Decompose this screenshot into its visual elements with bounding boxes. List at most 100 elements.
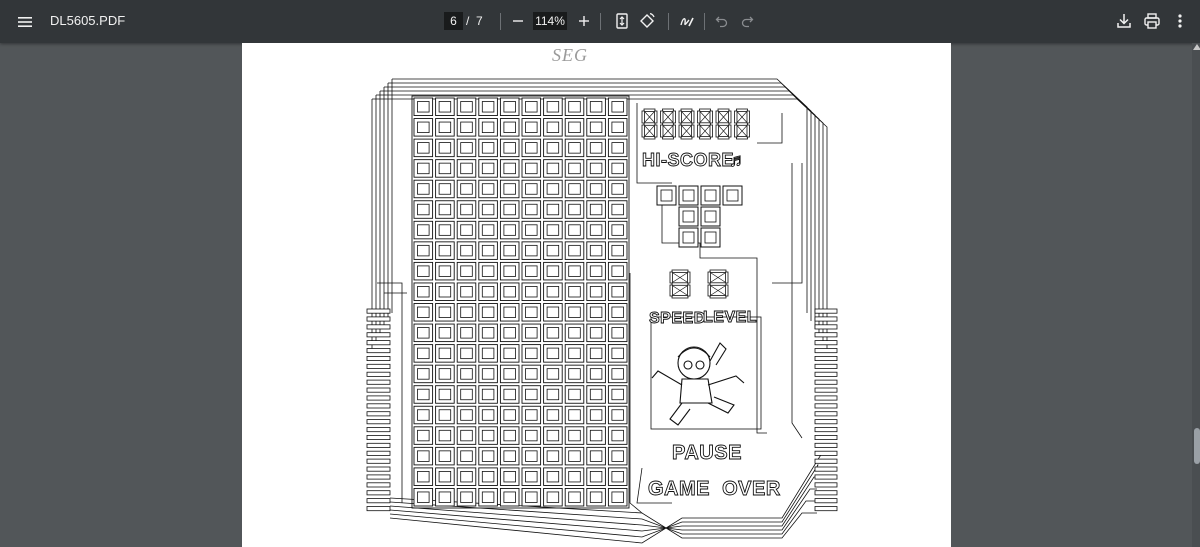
grid-cell-inner — [438, 244, 452, 257]
toolbar-divider — [704, 13, 705, 30]
right-pin — [814, 419, 838, 425]
grid-cell-inner — [503, 388, 516, 401]
menu-icon[interactable] — [13, 10, 37, 34]
segment — [691, 124, 695, 138]
grid-cell-inner — [525, 491, 538, 503]
grid-cell-inner — [503, 224, 516, 236]
grid-cell-inner — [503, 450, 516, 462]
grid-cell-inner — [525, 244, 538, 257]
right-pin — [814, 490, 838, 496]
grid-cell-inner — [460, 429, 473, 442]
rotate-icon[interactable] — [636, 10, 658, 32]
left-pin — [366, 387, 391, 393]
left-pin — [366, 379, 391, 385]
grid-cell-inner — [546, 388, 560, 401]
grid-cell-inner — [503, 368, 516, 380]
next-cell-inner — [704, 231, 717, 244]
right-pin — [814, 474, 838, 480]
left-pin — [366, 419, 391, 425]
right-pin — [814, 324, 838, 330]
segment — [728, 110, 732, 124]
redo-icon[interactable] — [738, 11, 756, 31]
segment — [660, 110, 664, 124]
segment — [662, 122, 674, 126]
annotate-icon[interactable] — [676, 10, 698, 32]
zoom-in-icon[interactable] — [574, 11, 594, 31]
zoom-level-input[interactable] — [533, 12, 567, 30]
grid-cell-inner — [438, 203, 452, 216]
right-pin — [814, 434, 838, 440]
grid-cell-inner — [589, 306, 603, 318]
grid-cell-inner — [568, 101, 581, 113]
grid-cell-inner — [568, 203, 581, 216]
grid-cell-inner — [589, 183, 603, 195]
left-pin — [366, 411, 391, 417]
grid-cell-inner — [438, 162, 452, 175]
grid-cell-inner — [438, 286, 452, 298]
next-piece-grid — [656, 185, 743, 248]
character-eye — [695, 360, 705, 370]
grid-cell-inner — [611, 368, 624, 380]
grid-cell-inner — [546, 286, 560, 298]
undo-icon[interactable] — [713, 11, 731, 31]
segment — [699, 122, 711, 126]
grid-cell-inner — [525, 265, 538, 277]
grid-cell-inner — [546, 327, 560, 339]
segment — [680, 136, 693, 140]
right-pin — [814, 403, 838, 409]
grid-cell-inner — [611, 224, 624, 236]
segment — [746, 124, 750, 138]
zoom-out-icon[interactable] — [508, 11, 528, 31]
print-icon[interactable] — [1141, 10, 1163, 32]
toolbar-divider — [600, 13, 601, 30]
grid-cell-inner — [460, 347, 473, 360]
grid-cell-inner — [417, 244, 430, 257]
grid-cell-inner — [481, 491, 495, 503]
character-hair — [677, 347, 711, 358]
grid-cell-inner — [460, 142, 473, 154]
next-cell-inner — [682, 231, 695, 244]
segment — [709, 295, 727, 299]
download-icon[interactable] — [1113, 10, 1135, 32]
grid-cell-inner — [481, 409, 495, 421]
character-raised-arm — [709, 342, 727, 366]
grid-cell-inner — [417, 286, 430, 298]
grid-cell-inner — [568, 224, 581, 236]
right-pin — [814, 371, 838, 377]
grid-cell-inner — [481, 121, 495, 134]
scroll-up-icon[interactable] — [1193, 44, 1200, 50]
vertical-scrollbar[interactable] — [1192, 43, 1200, 547]
page-number-input[interactable] — [444, 12, 463, 30]
grid-cell-inner — [589, 224, 603, 236]
grid-cell-inner — [417, 450, 430, 462]
grid-cell-inner — [481, 368, 495, 380]
scrollbar-thumb[interactable] — [1194, 428, 1200, 464]
left-pin — [366, 434, 391, 440]
segment — [699, 136, 711, 140]
right-pin — [814, 332, 838, 338]
grid-cell-inner — [611, 470, 624, 483]
grid-cell-inner — [546, 101, 560, 113]
left-pin — [366, 427, 391, 433]
grid-cell-inner — [568, 244, 581, 257]
segment — [691, 110, 695, 124]
grid-cell-inner — [611, 450, 624, 462]
grid-cell-inner — [481, 327, 495, 339]
grid-cell-inner — [546, 121, 560, 134]
grid-cell-inner — [546, 450, 560, 462]
grid-cell-inner — [568, 429, 581, 442]
grid-cell-inner — [460, 491, 473, 503]
left-pin — [366, 466, 391, 472]
left-pin — [366, 395, 391, 401]
grid-cell-inner — [546, 306, 560, 318]
segment — [709, 110, 713, 124]
grid-cell-inner — [525, 203, 538, 216]
right-pin — [814, 340, 838, 346]
more-options-icon[interactable] — [1170, 10, 1190, 32]
grid-cell-inner — [481, 347, 495, 360]
grid-cell-inner — [503, 306, 516, 318]
document-title: DL5605.PDF — [50, 13, 126, 28]
segment — [687, 271, 691, 284]
right-pin — [814, 355, 838, 361]
fit-page-icon[interactable] — [611, 10, 633, 32]
